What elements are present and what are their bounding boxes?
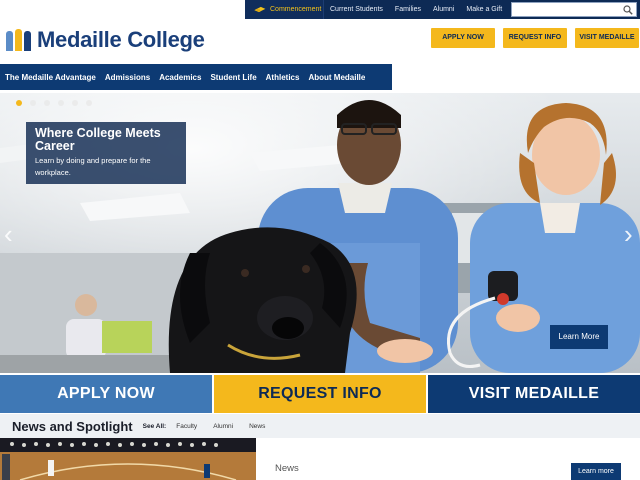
hero-caption: Where College Meets Career Learn by doin… <box>26 122 186 184</box>
filter-alumni[interactable]: Alumni <box>213 423 233 430</box>
apply-now-button[interactable]: APPLY NOW <box>431 28 495 48</box>
filter-news[interactable]: News <box>249 423 265 430</box>
nav-academics[interactable]: Academics <box>154 73 205 82</box>
request-info-button[interactable]: REQUEST INFO <box>503 28 567 48</box>
site-name: Medaille College <box>37 27 205 52</box>
cta-bar-group: APPLY NOW REQUEST INFO VISIT MEDAILLE <box>0 375 640 413</box>
news-header: News and Spotlight See All: Faculty Alum… <box>0 414 640 438</box>
filter-faculty[interactable]: Faculty <box>176 423 197 430</box>
hero-learn-more-button[interactable]: Learn More <box>550 325 608 349</box>
chevron-left-icon[interactable]: ‹ <box>4 221 13 247</box>
nav-athletics[interactable]: Athletics <box>261 73 304 82</box>
chevron-right-icon[interactable]: › <box>624 221 633 247</box>
logo-mark-icon <box>6 29 33 51</box>
apply-now-bar-button[interactable]: APPLY NOW <box>0 375 212 413</box>
search-box <box>511 2 637 17</box>
utility-links: Current Students Families Alumni Make a … <box>324 0 508 19</box>
hero-carousel: Where College Meets Career Learn by doin… <box>0 93 640 373</box>
carousel-dot[interactable] <box>58 100 64 106</box>
utility-bar: Commencement Current Students Families A… <box>245 0 640 19</box>
news-heading: News and Spotlight <box>12 418 133 434</box>
news-photo[interactable] <box>0 438 256 480</box>
basketball-court-image <box>0 438 256 480</box>
search-icon[interactable] <box>623 4 633 15</box>
site-logo[interactable]: Medaille College <box>6 27 205 53</box>
utility-link-families[interactable]: Families <box>389 0 427 19</box>
graduation-cap-icon <box>254 6 266 13</box>
carousel-dot[interactable] <box>16 100 22 106</box>
commencement-label: Commencement <box>270 6 322 13</box>
carousel-dot[interactable] <box>72 100 78 106</box>
news-section-label: News <box>275 463 299 474</box>
commencement-link[interactable]: Commencement <box>245 0 324 19</box>
carousel-dots <box>16 100 92 106</box>
nav-about-medaille[interactable]: About Medaille <box>303 73 369 82</box>
see-all-label: See All: <box>142 422 167 430</box>
utility-link-make-a-gift[interactable]: Make a Gift <box>460 0 508 19</box>
request-info-bar-button[interactable]: REQUEST INFO <box>214 375 426 413</box>
utility-link-current-students[interactable]: Current Students <box>324 0 389 19</box>
nav-student-life[interactable]: Student Life <box>205 73 260 82</box>
carousel-dot[interactable] <box>30 100 36 106</box>
news-learn-more-button[interactable]: Learn more <box>571 463 621 480</box>
hero-subtitle: Learn by doing and prepare for the workp… <box>35 156 151 177</box>
hero-title: Where College Meets Career <box>35 126 161 153</box>
visit-medaille-bar-button[interactable]: VISIT MEDAILLE <box>428 375 640 413</box>
header-cta-group: APPLY NOW REQUEST INFO VISIT MEDAILLE <box>431 28 639 48</box>
nav-admissions[interactable]: Admissions <box>100 73 154 82</box>
main-nav: The Medaille Advantage Admissions Academ… <box>0 64 392 90</box>
utility-link-alumni[interactable]: Alumni <box>427 0 460 19</box>
search-input[interactable] <box>512 3 623 16</box>
visit-medaille-button[interactable]: VISIT MEDAILLE <box>575 28 639 48</box>
carousel-dot[interactable] <box>44 100 50 106</box>
carousel-dot[interactable] <box>86 100 92 106</box>
nav-medaille-advantage[interactable]: The Medaille Advantage <box>0 73 100 82</box>
